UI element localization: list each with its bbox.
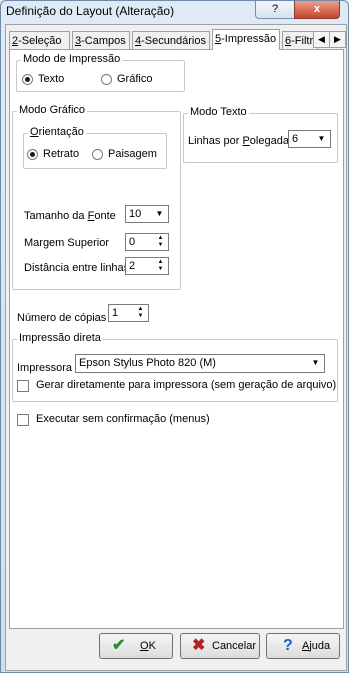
checkmark-icon: ✔ <box>112 637 126 654</box>
font-size-value: 10 <box>129 208 142 220</box>
spin-up-icon[interactable]: ▲ <box>154 235 167 242</box>
radio-grafico-label[interactable]: Gráfico <box>117 73 152 85</box>
title-bar[interactable]: Definição do Layout (Alteração) ? x <box>1 1 348 21</box>
help-button-label: Ajuda <box>302 640 331 652</box>
close-button[interactable]: x <box>294 1 340 19</box>
spin-buttons: ▲ ▼ <box>134 306 147 320</box>
tab-impressao[interactable]: 5-Impressão <box>212 29 280 50</box>
cancel-button-label: Cancelar <box>212 640 257 652</box>
window-title: Definição do Layout (Alteração) <box>6 4 175 18</box>
spin-down-icon[interactable]: ▼ <box>154 266 167 273</box>
line-spacing-label: Distância entre linhas <box>24 262 130 274</box>
dialog-client-area: 2-Seleção 3-Campos 4-Secundários 5-Impre… <box>5 24 347 671</box>
printer-label: Impressora <box>17 362 73 374</box>
copies-value: 1 <box>112 307 119 319</box>
execute-without-confirmation-label[interactable]: Executar sem confirmação (menus) <box>36 413 210 425</box>
direct-print-group: Impressão direta Impressora Epson Stylus… <box>12 332 338 402</box>
ok-button[interactable]: ✔ OK <box>99 633 173 659</box>
radio-retrato-label[interactable]: Retrato <box>43 148 79 160</box>
chevron-down-icon[interactable]: ▼ <box>152 207 167 221</box>
printer-combo[interactable]: Epson Stylus Photo 820 (M) ▼ <box>75 354 325 373</box>
font-size-label: Tamanho da Fonte <box>24 210 116 222</box>
radio-retrato[interactable] <box>27 149 38 160</box>
top-margin-label: Margem Superior <box>24 237 109 249</box>
graphic-mode-legend: Modo Gráfico <box>17 104 88 116</box>
spin-down-icon[interactable]: ▼ <box>134 313 147 320</box>
print-mode-legend: Modo de Impressão <box>21 53 123 65</box>
orientation-group: Orientação Retrato Paisagem <box>23 126 167 169</box>
tab-selecao[interactable]: 2-Seleção <box>9 31 70 49</box>
direct-print-checkbox-label[interactable]: Gerar diretamente para impressora (sem g… <box>36 379 336 391</box>
tab-scroll-right-button[interactable]: ▶ <box>329 31 346 48</box>
cancel-button[interactable]: ✖ Cancelar <box>180 633 260 659</box>
text-mode-group: Modo Texto Linhas por Polegada 6 ▼ <box>183 106 338 163</box>
radio-paisagem-label[interactable]: Paisagem <box>108 148 157 160</box>
top-margin-value: 0 <box>129 236 136 248</box>
direct-print-checkbox[interactable] <box>17 380 29 392</box>
spin-up-icon[interactable]: ▲ <box>154 259 167 266</box>
tab-scroll-left-button[interactable]: ◀ <box>313 31 330 48</box>
copies-spinner[interactable]: 1 ▲ ▼ <box>108 304 149 322</box>
ok-button-label: OK <box>140 640 156 652</box>
text-mode-legend: Modo Texto <box>188 106 249 118</box>
help-button[interactable]: ? Ajuda <box>266 633 340 659</box>
layout-definition-window: Definição do Layout (Alteração) ? x 2-Se… <box>0 0 349 673</box>
spin-up-icon[interactable]: ▲ <box>134 306 147 313</box>
copies-label: Número de cópias <box>17 312 107 324</box>
spin-buttons: ▲ ▼ <box>154 235 167 249</box>
question-mark-icon: ? <box>283 637 293 654</box>
direct-print-legend: Impressão direta <box>17 332 103 344</box>
help-title-button[interactable]: ? <box>255 1 295 19</box>
arrow-right-icon: ▶ <box>334 34 341 44</box>
spin-down-icon[interactable]: ▼ <box>154 242 167 249</box>
orientation-legend: Orientação <box>28 126 86 138</box>
top-margin-spinner[interactable]: 0 ▲ ▼ <box>125 233 169 251</box>
tab-campos[interactable]: 3-Campos <box>72 31 130 49</box>
printer-value: Epson Stylus Photo 820 (M) <box>79 357 216 369</box>
graphic-mode-group: Modo Gráfico Orientação Retrato Paisagem… <box>12 104 181 290</box>
question-icon: ? <box>271 3 279 15</box>
close-x-icon: ✖ <box>192 637 206 654</box>
radio-texto[interactable] <box>22 74 33 85</box>
tab-secundarios[interactable]: 4-Secundários <box>132 31 210 49</box>
lines-per-inch-combo[interactable]: 6 ▼ <box>288 130 331 148</box>
tab-strip: 2-Seleção 3-Campos 4-Secundários 5-Impre… <box>9 29 346 50</box>
radio-texto-label[interactable]: Texto <box>38 73 64 85</box>
execute-without-confirmation-checkbox[interactable] <box>17 414 29 426</box>
close-icon: x <box>313 3 321 15</box>
lines-per-inch-label: Linhas por Polegada <box>188 135 289 147</box>
radio-paisagem[interactable] <box>92 149 103 160</box>
chevron-down-icon[interactable]: ▼ <box>308 356 323 370</box>
lines-per-inch-value: 6 <box>292 133 299 145</box>
arrow-left-icon: ◀ <box>318 34 325 44</box>
radio-grafico[interactable] <box>101 74 112 85</box>
print-mode-group: Modo de Impressão Texto Gráfico <box>16 53 185 92</box>
spin-buttons: ▲ ▼ <box>154 259 167 273</box>
chevron-down-icon[interactable]: ▼ <box>314 132 329 146</box>
font-size-combo[interactable]: 10 ▼ <box>125 205 169 223</box>
tab-page-impressao: Modo de Impressão Texto Gráfico Modo Grá… <box>9 49 344 629</box>
line-spacing-spinner[interactable]: 2 ▲ ▼ <box>125 257 169 275</box>
line-spacing-value: 2 <box>129 260 136 272</box>
